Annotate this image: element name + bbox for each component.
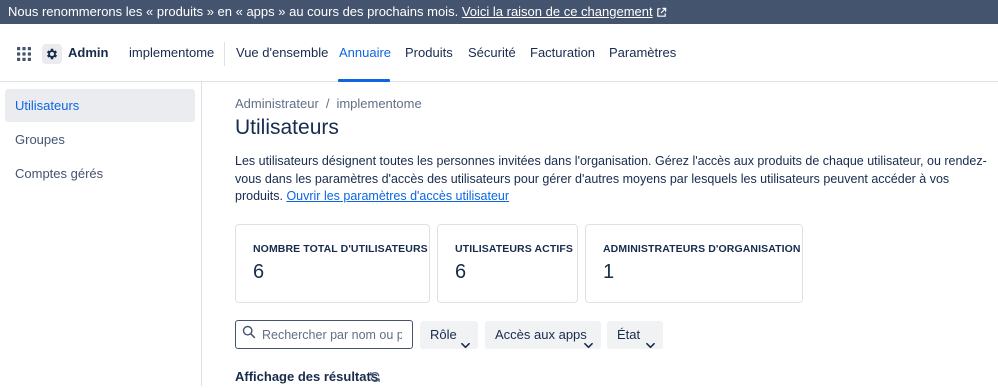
sidebar-item-groups[interactable]: Groupes xyxy=(5,123,195,156)
app-switcher-icon[interactable] xyxy=(16,46,32,62)
tab-billing[interactable]: Facturation xyxy=(530,45,595,60)
external-link-icon xyxy=(656,2,667,26)
breadcrumb-item-admin[interactable]: Administrateur xyxy=(235,96,319,111)
status-filter-dropdown[interactable]: État xyxy=(607,321,663,349)
stat-card-total-users: NOMBRE TOTAL D'UTILISATEURS 6 xyxy=(235,224,430,303)
admin-label[interactable]: Admin xyxy=(68,45,108,60)
search-icon xyxy=(242,325,256,344)
access-settings-link[interactable]: Ouvrir les paramètres d'accès utilisateu… xyxy=(286,189,509,203)
org-name[interactable]: implementome xyxy=(129,45,214,60)
breadcrumb-item-org[interactable]: implementome xyxy=(336,96,421,111)
gear-icon[interactable] xyxy=(42,44,62,64)
stat-value: 6 xyxy=(253,261,265,283)
stat-label: ADMINISTRATEURS D'ORGANISATION xyxy=(603,243,801,255)
page-description: Les utilisateurs désignent toutes les pe… xyxy=(235,153,991,206)
tab-overview[interactable]: Vue d'ensemble xyxy=(236,45,328,60)
page-title: Utilisateurs xyxy=(235,116,339,139)
dropdown-label: Rôle xyxy=(430,327,457,342)
active-tab-indicator xyxy=(338,79,390,82)
chevron-down-icon xyxy=(584,331,593,359)
sidebar-item-users[interactable]: Utilisateurs xyxy=(5,89,195,122)
stat-card-active-users: UTILISATEURS ACTIFS 6 xyxy=(437,224,578,303)
breadcrumb: Administrateur / implementome xyxy=(235,96,422,111)
app-access-filter-dropdown[interactable]: Accès aux apps xyxy=(485,321,601,349)
refresh-icon[interactable] xyxy=(369,370,381,388)
tab-directory[interactable]: Annuaire xyxy=(339,45,391,60)
stat-card-org-admins: ADMINISTRATEURS D'ORGANISATION 1 xyxy=(585,224,803,303)
stat-label: UTILISATEURS ACTIFS xyxy=(455,243,573,255)
top-navigation: Admin implementome Vue d'ensemble Annuai… xyxy=(0,24,998,82)
tab-products[interactable]: Produits xyxy=(405,45,453,60)
role-filter-dropdown[interactable]: Rôle xyxy=(420,321,478,349)
chevron-down-icon xyxy=(646,331,655,359)
search-input[interactable] xyxy=(262,327,402,342)
banner-link-label: Voici la raison de ce changement xyxy=(461,4,653,19)
chevron-down-icon xyxy=(461,331,470,359)
results-heading: Affichage des résultats xyxy=(235,369,379,384)
stat-value: 6 xyxy=(455,261,467,283)
sidebar-item-managed-accounts[interactable]: Comptes gérés xyxy=(5,157,195,190)
tab-security[interactable]: Sécurité xyxy=(468,45,516,60)
dropdown-label: État xyxy=(617,327,641,342)
dropdown-label: Accès aux apps xyxy=(495,327,587,342)
nav-divider xyxy=(224,42,225,66)
banner-text: Nous renommerons les « produits » en « a… xyxy=(8,4,459,19)
announcement-banner: Nous renommerons les « produits » en « a… xyxy=(0,0,998,24)
tab-settings[interactable]: Paramètres xyxy=(609,45,676,60)
stat-value: 1 xyxy=(603,261,615,283)
sidebar: Utilisateurs Groupes Comptes gérés xyxy=(0,82,202,386)
search-field[interactable] xyxy=(235,320,413,349)
stat-label: NOMBRE TOTAL D'UTILISATEURS xyxy=(253,243,428,255)
breadcrumb-separator: / xyxy=(325,96,330,111)
banner-link[interactable]: Voici la raison de ce changement xyxy=(462,4,667,19)
